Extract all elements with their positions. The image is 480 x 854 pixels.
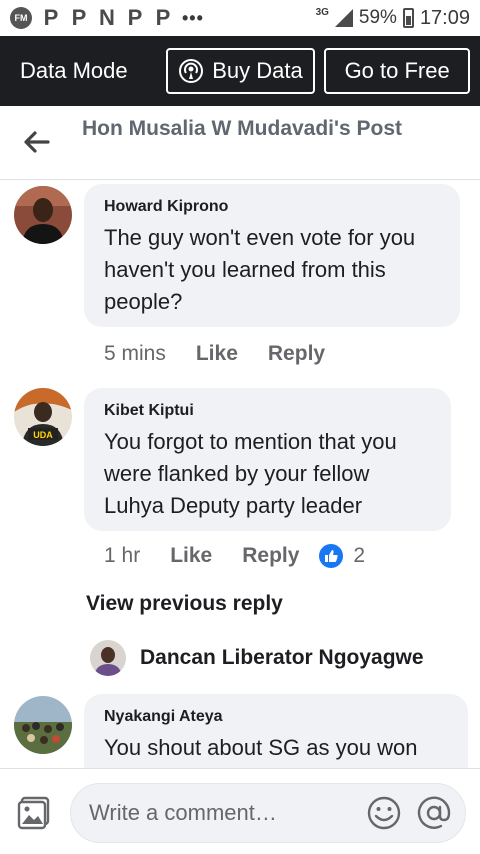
- svg-text:UDA: UDA: [33, 430, 53, 440]
- reply-preview[interactable]: Dancan Liberator Ngoyagwe: [90, 640, 424, 676]
- p-icon: P: [43, 5, 59, 30]
- comment-text: The guy won't even vote for you haven't …: [104, 225, 416, 314]
- broadcast-icon: [179, 59, 204, 83]
- emoji-icon[interactable]: [366, 795, 402, 831]
- go-to-free-label: Go to Free: [344, 58, 450, 83]
- network-type: 3G: [315, 6, 329, 18]
- comment-input-placeholder: Write a comment…: [89, 800, 277, 825]
- mention-icon[interactable]: [416, 795, 452, 831]
- signal-icon: [334, 9, 353, 27]
- comment-bubble[interactable]: Howard Kiprono The guy won't even vote f…: [84, 184, 460, 327]
- comment-author[interactable]: Kibet Kiptui: [104, 402, 433, 420]
- comment-time[interactable]: 1 hr: [104, 544, 140, 568]
- more-notifications-icon: •••: [182, 7, 204, 28]
- comment-bubble[interactable]: Kibet Kiptui You forgot to mention that …: [84, 388, 451, 531]
- reply-button[interactable]: Reply: [242, 544, 299, 568]
- battery-icon: [402, 8, 414, 28]
- photo-icon[interactable]: [16, 795, 52, 831]
- fm-radio-icon: FM: [10, 7, 32, 29]
- view-previous-reply-link[interactable]: View previous reply: [86, 592, 283, 616]
- p-icon: P: [71, 5, 87, 30]
- comment-author[interactable]: Nyakangi Ateya: [104, 708, 450, 726]
- comment-author[interactable]: Howard Kiprono: [104, 198, 442, 216]
- avatar[interactable]: [14, 186, 72, 244]
- avatar-image: [90, 640, 126, 676]
- comment-actions: 1 hr Like Reply 2: [104, 544, 365, 568]
- reaction-summary[interactable]: 2: [319, 544, 365, 568]
- p-icon: P: [127, 5, 143, 30]
- comment-input[interactable]: Write a comment…: [70, 783, 466, 843]
- go-to-free-button[interactable]: Go to Free: [324, 48, 470, 94]
- buy-data-button[interactable]: Buy Data: [165, 48, 316, 94]
- p-icon: P: [155, 5, 171, 30]
- buy-data-label: Buy Data: [212, 58, 303, 83]
- clock: 17:09: [419, 6, 470, 29]
- like-button[interactable]: Like: [170, 544, 212, 568]
- reaction-count: 2: [353, 544, 366, 567]
- reply-button[interactable]: Reply: [268, 342, 325, 366]
- like-button[interactable]: Like: [196, 342, 238, 366]
- data-mode-bar: Data Mode Buy Data Go to Free: [0, 36, 480, 106]
- avatar[interactable]: UDA: [14, 388, 72, 446]
- comment-time[interactable]: 5 mins: [104, 342, 166, 366]
- comment-actions: 5 mins Like Reply: [104, 342, 325, 366]
- post-header: Hon Musalia W Mudavadi's Post: [0, 106, 480, 180]
- thumbs-up-icon: [319, 544, 344, 568]
- page-title: Hon Musalia W Mudavadi's Post: [82, 117, 403, 140]
- avatar[interactable]: [90, 640, 126, 676]
- n-icon: N: [99, 5, 115, 30]
- comment-composer: Write a comment…: [0, 768, 480, 854]
- reply-author[interactable]: Dancan Liberator Ngoyagwe: [140, 646, 424, 670]
- comment-text: You forgot to mention that you were flan…: [104, 429, 397, 518]
- avatar-image: UDA: [14, 388, 72, 446]
- avatar-image: [14, 696, 72, 754]
- battery-percent: 59%: [358, 7, 397, 28]
- avatar-image: [14, 186, 72, 244]
- status-bar: FM P P N P P ••• 3G 59% 17:09: [0, 0, 480, 36]
- avatar[interactable]: [14, 696, 72, 754]
- comment-text: You shout about SG as you won: [104, 735, 418, 760]
- back-arrow-icon[interactable]: [22, 128, 50, 156]
- data-mode-label: Data Mode: [20, 58, 128, 83]
